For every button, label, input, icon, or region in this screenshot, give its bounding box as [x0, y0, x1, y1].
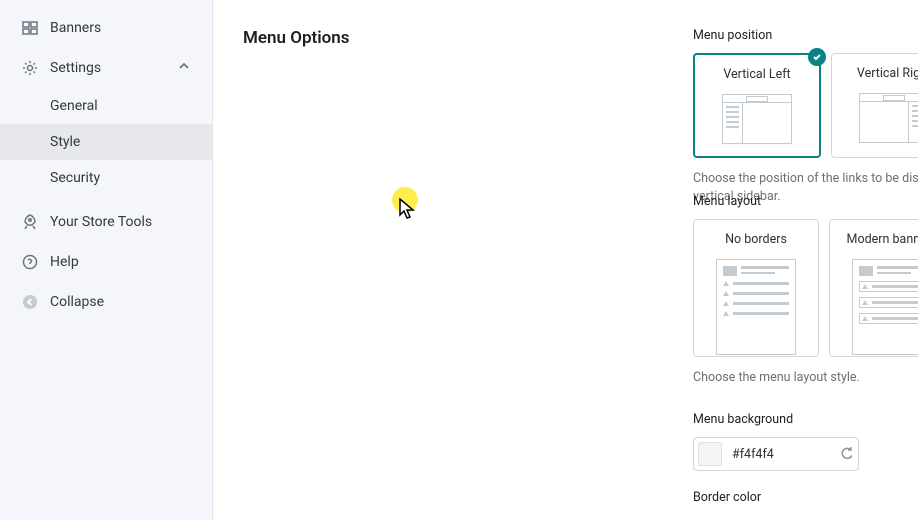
gear-icon	[22, 60, 50, 76]
option-label: No borders	[702, 232, 810, 247]
menu-position-label: Menu position	[693, 28, 918, 43]
check-icon	[808, 48, 826, 66]
sidebar-item-collapse[interactable]: Collapse	[0, 282, 212, 322]
sidebar-subitem-style[interactable]: Style	[0, 124, 212, 160]
option-no-borders[interactable]: No borders	[693, 219, 819, 357]
collapse-icon	[22, 294, 50, 310]
sidebar-item-label: Your Store Tools	[50, 214, 152, 230]
border-color-label: Border color	[693, 490, 918, 505]
border-color-section: Border color	[693, 490, 918, 515]
sidebar-item-label: Banners	[50, 20, 101, 36]
color-swatch[interactable]	[698, 442, 722, 466]
layout-preview	[716, 259, 796, 355]
reset-icon[interactable]	[840, 445, 854, 464]
sidebar-item-settings[interactable]: Settings	[0, 48, 212, 88]
menu-background-section: Menu background #f4f4f4	[693, 412, 918, 471]
option-vertical-left[interactable]: Vertical Left	[693, 53, 821, 158]
sidebar-item-help[interactable]: Help	[0, 242, 212, 282]
sidebar-item-label: Collapse	[50, 294, 104, 310]
banners-icon	[22, 20, 50, 36]
color-value: #f4f4f4	[732, 447, 840, 462]
menu-position-section: Menu position Vertical Left Vertical Rig…	[693, 28, 918, 205]
color-input[interactable]: #f4f4f4	[693, 437, 859, 471]
sidebar-item-label: Settings	[50, 60, 101, 76]
option-vertical-right[interactable]: Vertical Right	[831, 53, 918, 158]
option-label: Modern banners	[838, 232, 918, 247]
sidebar-item-label: Help	[50, 254, 79, 270]
menu-layout-desc: Choose the menu layout style.	[693, 369, 918, 387]
sidebar-item-banners[interactable]: Banners	[0, 8, 212, 48]
menu-layout-label: Menu layout	[693, 194, 918, 209]
layout-preview	[852, 259, 918, 355]
chevron-up-icon	[178, 60, 190, 76]
sidebar-item-store-tools[interactable]: Your Store Tools	[0, 202, 212, 242]
layout-preview	[722, 94, 792, 144]
help-icon	[22, 254, 50, 270]
main-content: Menu Options Menu position Vertical Left…	[213, 0, 918, 520]
rocket-icon	[22, 214, 50, 230]
sidebar-subitem-general[interactable]: General	[0, 88, 212, 124]
option-modern-banners[interactable]: Modern banners	[829, 219, 918, 357]
menu-layout-section: Menu layout No borders Modern banners	[693, 194, 918, 387]
sidebar: Banners Settings General Style Security …	[0, 0, 213, 520]
option-label: Vertical Left	[703, 67, 811, 82]
menu-background-label: Menu background	[693, 412, 918, 427]
layout-preview	[859, 93, 918, 143]
option-label: Vertical Right	[840, 66, 918, 81]
sidebar-subitem-security[interactable]: Security	[0, 160, 212, 196]
